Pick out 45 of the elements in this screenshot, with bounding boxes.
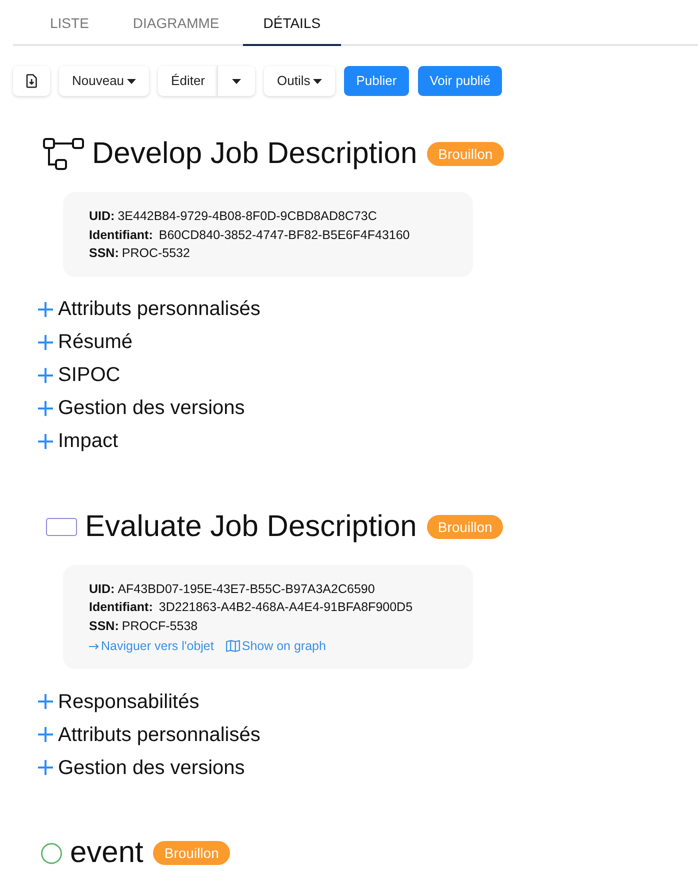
info-value: PROC-5532	[122, 245, 190, 262]
dropdown-toggle-button[interactable]	[217, 66, 256, 96]
caret-icon	[313, 78, 322, 84]
status-badge: Brouillon	[153, 841, 230, 865]
section-title: Evaluate Job Description	[85, 508, 417, 544]
edit-button[interactable]: Éditer	[158, 66, 218, 96]
section-toggle[interactable]: Attributs personnalisés	[38, 292, 260, 326]
info-label: SSN:	[89, 245, 119, 262]
info-label: Identifiant:	[89, 226, 153, 244]
section-toggle[interactable]: SIPOC	[38, 358, 120, 392]
circle-icon	[41, 842, 62, 864]
flowchart-icon	[43, 138, 84, 170]
tab[interactable]: LISTE	[30, 0, 109, 46]
dropdown-button[interactable]: Outils	[264, 66, 336, 96]
caret-icon	[127, 78, 136, 84]
status-badge: Brouillon	[426, 514, 504, 538]
section-toggle[interactable]: Gestion des versions	[38, 751, 245, 784]
info-value: 3E442B84-9729-4B08-8F0D-9CBD8AD8C73C	[118, 208, 377, 225]
section-title: Develop Job Description	[92, 136, 418, 172]
section-toggle[interactable]: Gestion des versions	[38, 392, 245, 424]
info-label: UID:	[89, 208, 115, 225]
section-toggle[interactable]: Résumé	[38, 326, 132, 358]
info-value: PROCF-5538	[122, 618, 198, 634]
file-download-icon	[26, 74, 37, 88]
rectangle-icon	[46, 518, 77, 536]
info-label: SSN:	[89, 618, 119, 634]
section-toggle[interactable]: Responsabilités	[38, 685, 200, 718]
map-icon	[226, 640, 240, 652]
tab[interactable]: DÉTAILS	[243, 0, 341, 46]
section-toggle[interactable]: Attributs personnalisés	[38, 718, 260, 751]
file-download-button[interactable]	[13, 66, 50, 96]
info-value: 3D221863-A4B2-468A-A4E4-91BFA8F900D5	[158, 599, 413, 616]
caret-icon	[232, 78, 242, 84]
arrow-right-icon	[89, 642, 99, 650]
info-value: AF43BD07-195E-43E7-B55C-B97A3A2C6590	[118, 580, 375, 598]
dropdown-button[interactable]: Nouveau	[59, 66, 150, 96]
tab[interactable]: DIAGRAMME	[112, 0, 240, 46]
info-value: B60CD840-3852-4747-BF82-B5E6F4F43160	[158, 226, 410, 244]
section-toggle[interactable]: Impact	[38, 424, 118, 458]
info-label: Identifiant:	[89, 599, 153, 616]
primary-button[interactable]: Voir publié	[418, 66, 502, 96]
section-title: event	[70, 835, 144, 871]
info-label: UID:	[89, 580, 115, 598]
status-badge: Brouillon	[427, 142, 504, 166]
primary-button[interactable]: Publier	[344, 66, 409, 96]
